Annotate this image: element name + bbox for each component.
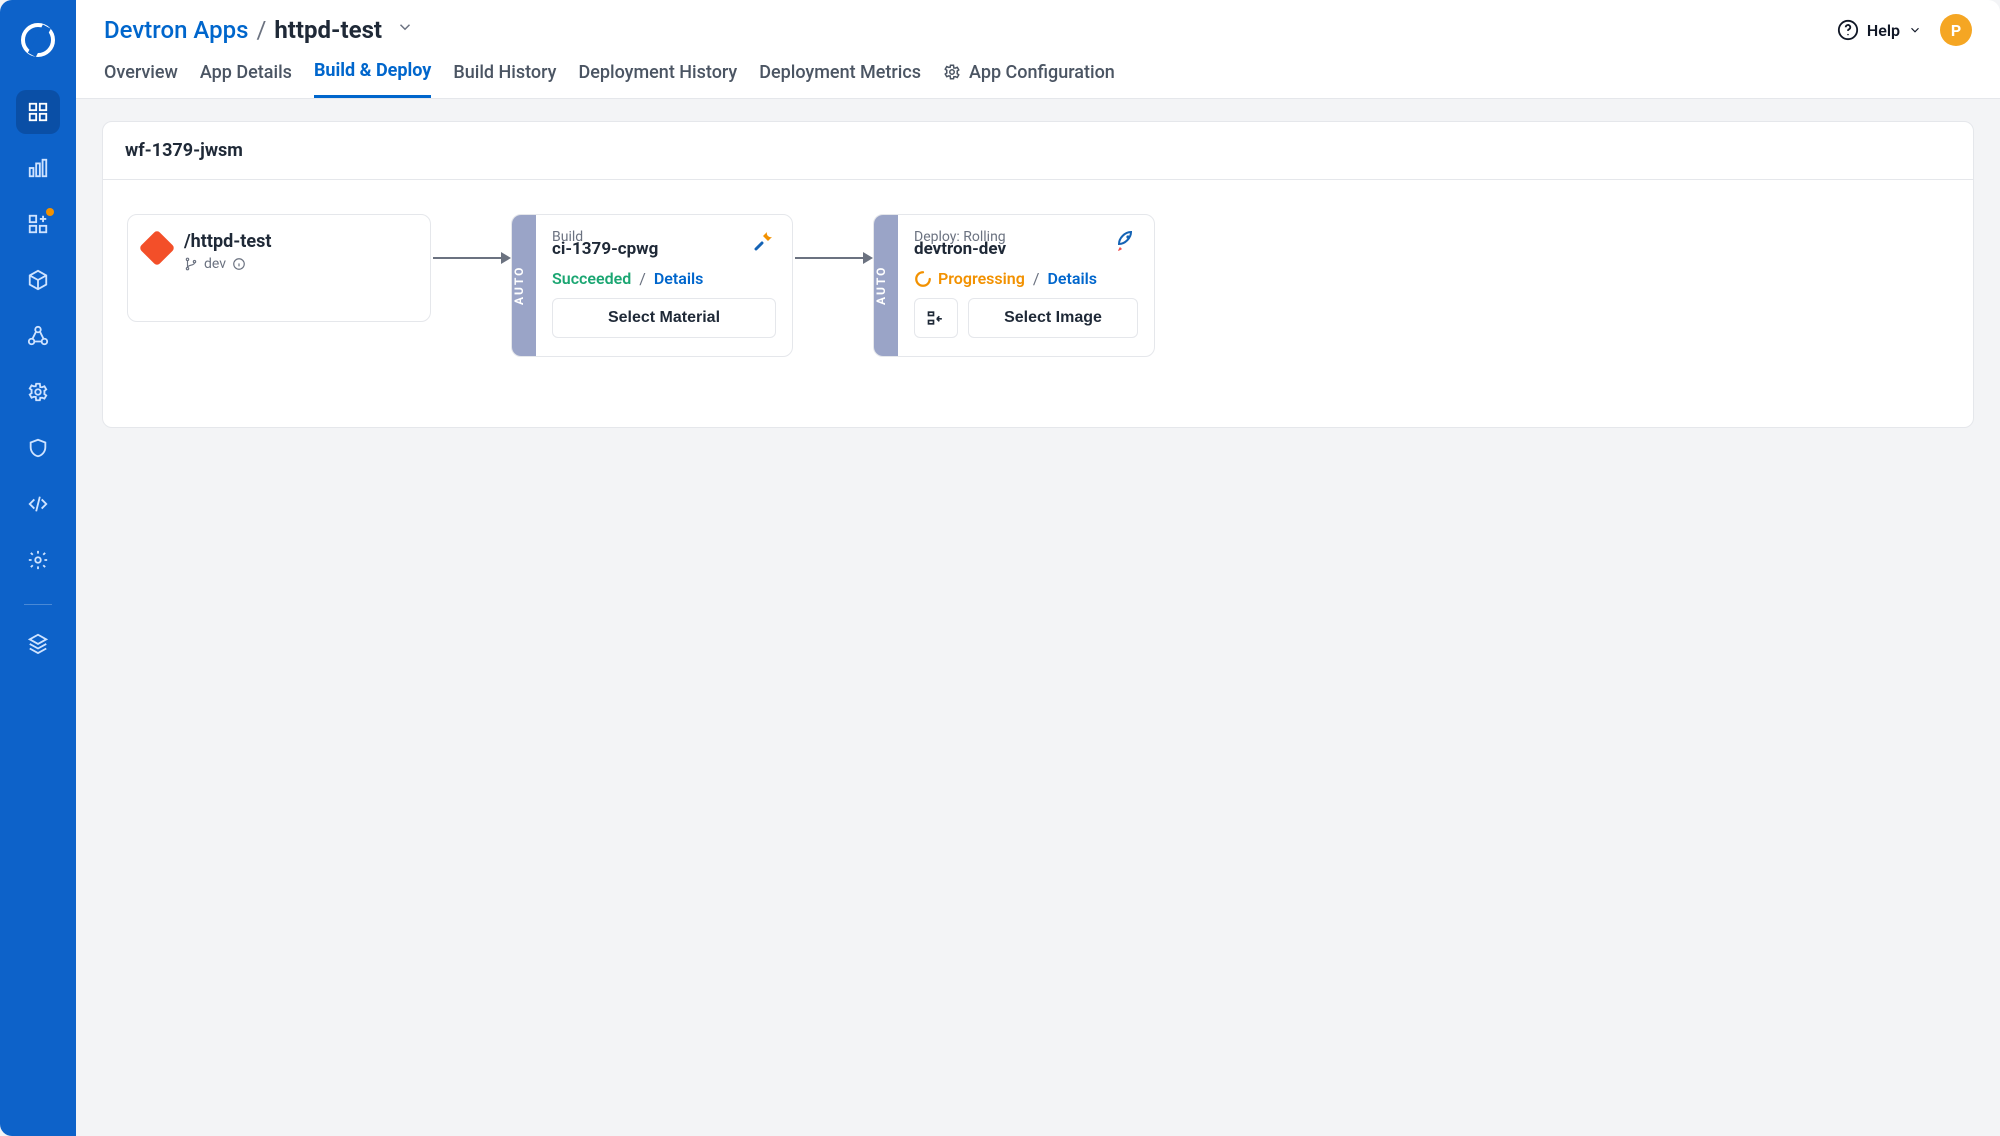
breadcrumb-group-link[interactable]: Devtron Apps <box>104 16 248 44</box>
tabs: Overview App Details Build & Deploy Buil… <box>76 46 2000 98</box>
sidebar-item-global-config[interactable] <box>16 538 60 582</box>
workflow-canvas: wf-1379-jwsm /httpd-test <box>76 99 2000 1136</box>
sidebar-item-settings[interactable] <box>16 370 60 414</box>
shield-icon <box>27 437 49 459</box>
gear-icon <box>27 381 49 403</box>
source-branch-label: dev <box>204 256 226 272</box>
source-branch: dev <box>184 256 271 272</box>
sidebar-separator <box>24 604 52 605</box>
tab-app-configuration[interactable]: App Configuration <box>943 62 1115 97</box>
deploy-stage[interactable]: AUTO Deploy: Rolling devtron-dev <box>873 214 1155 357</box>
build-details-link[interactable]: Details <box>654 269 704 288</box>
auto-badge: AUTO <box>874 215 898 356</box>
header: Devtron Apps / httpd-test Help <box>76 0 2000 99</box>
rocket-icon <box>1114 229 1138 253</box>
build-name: ci-1379-cpwg <box>552 239 746 259</box>
gear-icon <box>943 63 961 81</box>
code-icon <box>27 493 49 515</box>
breadcrumb-current: httpd-test <box>274 16 382 44</box>
build-stage[interactable]: AUTO Build ci-1379-cpwg <box>511 214 793 357</box>
breadcrumb: Devtron Apps / httpd-test <box>104 16 414 44</box>
sidebar <box>0 0 76 1136</box>
grid-icon <box>27 101 49 123</box>
tab-deployment-history[interactable]: Deployment History <box>578 62 737 97</box>
arrow-icon <box>793 248 873 268</box>
tab-deployment-metrics[interactable]: Deployment Metrics <box>759 62 921 97</box>
build-status: Succeeded <box>552 269 631 288</box>
tab-overview[interactable]: Overview <box>104 62 178 97</box>
chevron-down-icon <box>396 18 414 36</box>
history-icon <box>926 308 946 328</box>
spinner-icon <box>914 270 932 288</box>
sidebar-item-add-app[interactable] <box>16 202 60 246</box>
arrow-icon <box>431 248 511 268</box>
sidebar-item-apps[interactable] <box>16 90 60 134</box>
main: Devtron Apps / httpd-test Help <box>76 0 2000 1136</box>
deploy-icon <box>1114 229 1138 257</box>
grid-plus-icon <box>27 213 49 235</box>
deploy-details-link[interactable]: Details <box>1047 269 1097 288</box>
tab-build-history[interactable]: Build History <box>453 62 556 97</box>
bar-chart-icon <box>27 157 49 179</box>
help-icon <box>1837 19 1859 41</box>
select-material-button[interactable]: Select Material <box>552 298 776 338</box>
sidebar-item-code[interactable] <box>16 482 60 526</box>
deploy-env-name: devtron-dev <box>914 239 1108 259</box>
git-icon <box>139 230 176 267</box>
workflow-panel: wf-1379-jwsm /httpd-test <box>102 121 1974 428</box>
sidebar-item-cluster[interactable] <box>16 314 60 358</box>
breadcrumb-dropdown[interactable] <box>396 14 414 42</box>
help-menu[interactable]: Help <box>1837 19 1922 41</box>
source-title: /httpd-test <box>184 231 271 252</box>
build-icon <box>752 229 776 257</box>
tab-build-deploy[interactable]: Build & Deploy <box>314 60 431 98</box>
rollback-button[interactable] <box>914 298 958 338</box>
header-actions: Help P <box>1837 14 1972 46</box>
cube-icon <box>27 269 49 291</box>
chevron-down-icon <box>1908 23 1922 37</box>
deploy-status: Progressing <box>914 269 1025 288</box>
deploy-status-label: Progressing <box>938 269 1025 288</box>
select-image-button[interactable]: Select Image <box>968 298 1138 338</box>
nodes-icon <box>27 325 49 347</box>
layers-icon <box>27 632 49 654</box>
workflow-name: wf-1379-jwsm <box>103 122 1973 180</box>
breadcrumb-separator: / <box>256 16 266 44</box>
help-label: Help <box>1867 21 1900 40</box>
gear2-icon <box>27 549 49 571</box>
logo[interactable] <box>16 18 60 62</box>
tab-label: App Configuration <box>969 62 1115 83</box>
workflow-body: /httpd-test dev <box>103 180 1973 427</box>
sidebar-item-chart[interactable] <box>16 146 60 190</box>
avatar[interactable]: P <box>1940 14 1972 46</box>
auto-badge: AUTO <box>512 215 536 356</box>
source-node[interactable]: /httpd-test dev <box>127 214 431 322</box>
sidebar-item-security[interactable] <box>16 426 60 470</box>
branch-icon <box>184 257 198 271</box>
devtron-logo-icon <box>20 22 56 58</box>
tools-icon <box>752 229 776 253</box>
app-root: Devtron Apps / httpd-test Help <box>0 0 2000 1136</box>
notification-dot-icon <box>46 208 54 216</box>
sidebar-item-cube[interactable] <box>16 258 60 302</box>
sidebar-item-stacks[interactable] <box>16 621 60 665</box>
tab-app-details[interactable]: App Details <box>200 62 292 97</box>
info-icon <box>232 257 246 271</box>
